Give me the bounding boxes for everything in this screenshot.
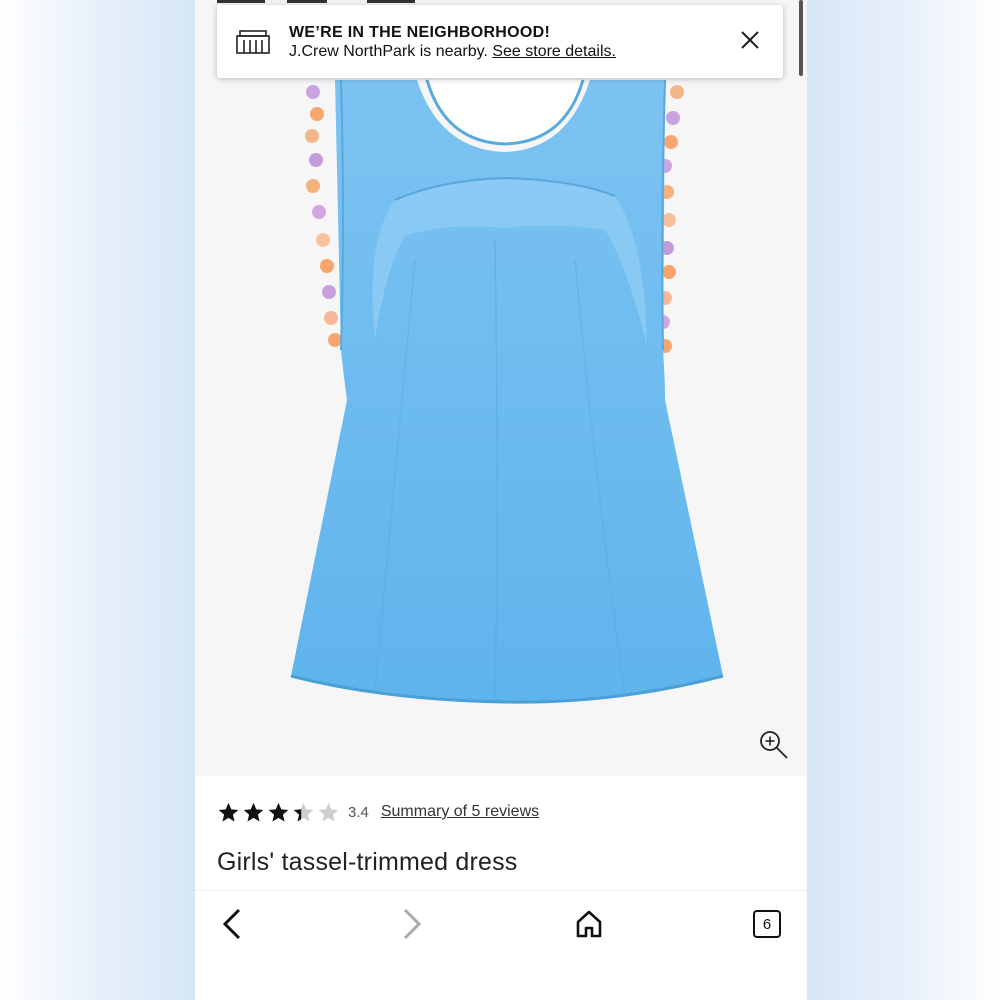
banner-title: WE’RE IN THE NEIGHBORHOOD! — [289, 24, 551, 41]
product-rating: 3.4 Summary of 5 reviews — [217, 800, 539, 824]
store-details-link[interactable]: See store details. — [492, 43, 616, 60]
banner-text: J.Crew NorthPark is nearby. See store de… — [289, 43, 616, 61]
star-icon — [268, 802, 289, 822]
rating-stars — [217, 801, 342, 824]
chevron-right-icon — [403, 908, 422, 940]
left-background — [0, 0, 195, 1000]
store-icon — [236, 30, 270, 54]
chevron-left-icon — [222, 908, 241, 940]
forward-button[interactable] — [391, 904, 431, 944]
star-icon — [218, 802, 239, 822]
tab-count: 6 — [762, 915, 772, 933]
home-icon — [576, 910, 602, 938]
star-icon — [318, 802, 339, 822]
star-icon — [293, 802, 314, 822]
close-icon[interactable] — [739, 29, 761, 51]
banner-store-text: J.Crew NorthPark is nearby. — [289, 43, 488, 60]
product-title: Girls' tassel-trimmed dress — [217, 848, 518, 876]
zoom-in-icon[interactable] — [757, 728, 791, 762]
product-image[interactable] — [195, 0, 807, 776]
rating-value: 3.4 — [348, 803, 369, 821]
right-background — [807, 0, 1000, 1000]
browser-toolbar: 6 — [195, 890, 807, 1000]
home-button[interactable] — [569, 904, 609, 944]
store-notification-banner: WE’RE IN THE NEIGHBORHOOD! J.Crew NorthP… — [217, 5, 783, 78]
tab-count-badge: 6 — [753, 910, 781, 938]
back-button[interactable] — [213, 904, 253, 944]
dress-image — [290, 79, 724, 704]
star-icon — [243, 802, 264, 822]
reviews-summary-link[interactable]: Summary of 5 reviews — [381, 803, 539, 821]
top-nav-remnants — [217, 0, 417, 4]
tabs-button[interactable]: 6 — [747, 904, 787, 944]
browser-screen: WE’RE IN THE NEIGHBORHOOD! J.Crew NorthP… — [195, 0, 807, 1000]
scrollbar[interactable] — [799, 0, 803, 76]
